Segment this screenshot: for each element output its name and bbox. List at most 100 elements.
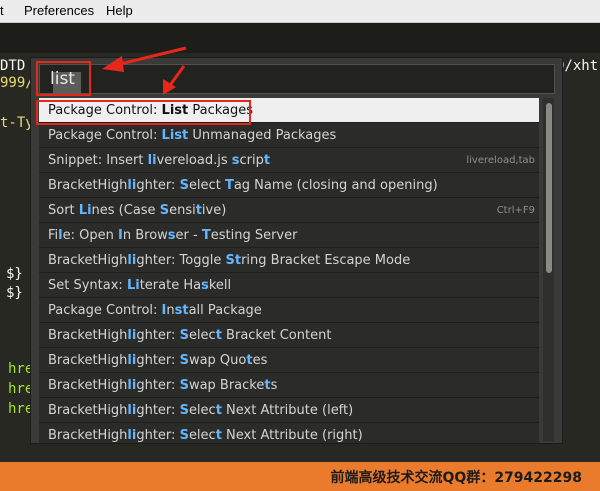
code-line: 999/ — [0, 75, 34, 91]
title-text: ive) — [201, 203, 227, 218]
match-highlight: s — [201, 278, 209, 293]
match-highlight: S — [179, 403, 189, 418]
title-text: Package Control: — [48, 128, 162, 143]
palette-result[interactable]: Sort Lines (Case Sensitive) Ctrl+F9 — [39, 198, 539, 223]
palette-result[interactable]: BracketHighlighter: Swap Brackets — [39, 373, 539, 398]
result-title: BracketHighlighter: Swap Quotes — [48, 353, 267, 368]
title-text: es — [252, 353, 268, 368]
title-text: Bracket Content — [221, 328, 332, 343]
title-text: ghter: — [136, 178, 180, 193]
palette-result[interactable]: BracketHighlighter: Select Bracket Conte… — [39, 323, 539, 348]
palette-result[interactable]: Package Control: Install Package — [39, 298, 539, 323]
match-highlight: List — [161, 128, 189, 143]
title-text: elec — [188, 328, 216, 343]
results-list: Package Control: List Packages Package Co… — [39, 98, 539, 443]
match-highlight: li — [127, 178, 137, 193]
palette-result[interactable]: Package Control: List Unmanaged Packages — [39, 123, 539, 148]
title-text: BracketHigh — [48, 178, 128, 193]
result-title: BracketHighlighter: Select Next Attribut… — [48, 403, 353, 418]
match-highlight: S — [159, 203, 170, 218]
match-highlight: S — [179, 378, 189, 393]
match-highlight: S — [179, 328, 189, 343]
match-highlight: St — [225, 253, 242, 268]
title-text: all Package — [188, 303, 262, 318]
title-text: Set Syntax: — [48, 278, 127, 293]
result-title: Sort Lines (Case Sensitive) — [48, 203, 226, 218]
code-line: $} — [6, 285, 23, 301]
title-text: elec — [188, 403, 216, 418]
result-title: BracketHighlighter: Toggle String Bracke… — [48, 253, 410, 268]
title-text: Next Attribute (left) — [221, 403, 354, 418]
title-text: e: Open — [62, 228, 118, 243]
title-text: s — [270, 378, 278, 393]
result-title: Package Control: List Unmanaged Packages — [48, 128, 336, 143]
palette-result[interactable]: BracketHighlighter: Select Tag Name (clo… — [39, 173, 539, 198]
match-highlight: st — [174, 303, 189, 318]
title-text: ag Name (closing and opening) — [233, 178, 438, 193]
title-text: ghter: — [136, 428, 180, 443]
title-text: ensi — [169, 203, 196, 218]
match-highlight: s — [231, 153, 240, 168]
palette-result[interactable]: Set Syntax: Literate Haskell — [39, 273, 539, 298]
palette-result[interactable]: File: Open In Browser - Testing Server — [39, 223, 539, 248]
annotation-box-result — [36, 100, 251, 125]
result-title: BracketHighlighter: Select Next Attribut… — [48, 428, 363, 443]
title-text: BracketHigh — [48, 403, 128, 418]
title-text: ghter: Toggle — [136, 253, 226, 268]
title-text: ghter: — [136, 328, 180, 343]
title-text: elect — [188, 178, 225, 193]
title-text: er - — [175, 228, 202, 243]
title-text: esting Server — [210, 228, 298, 243]
result-shortcut: Ctrl+F9 — [496, 205, 535, 216]
match-highlight: S — [179, 353, 189, 368]
match-highlight: T — [201, 228, 211, 243]
match-highlight: s — [167, 228, 176, 243]
title-text: Unmanaged Packages — [188, 128, 337, 143]
match-highlight: S — [179, 178, 189, 193]
title-text: Fi — [48, 228, 59, 243]
title-text: Snippet: Insert — [48, 153, 148, 168]
annotation-box-query — [36, 61, 91, 96]
title-text: terate Ha — [139, 278, 202, 293]
menu-item-help[interactable]: Help — [106, 3, 133, 18]
title-text: ghter: — [136, 378, 180, 393]
match-highlight: T — [224, 178, 234, 193]
result-shortcut: livereload,tab — [466, 155, 535, 166]
result-title: File: Open In Browser - Testing Server — [48, 228, 297, 243]
title-text: BracketHigh — [48, 253, 128, 268]
title-text: n — [166, 303, 175, 318]
title-text: ghter: — [136, 353, 180, 368]
palette-result[interactable]: Snippet: Insert livereload.js script live… — [39, 148, 539, 173]
menu-item-preferences[interactable]: Preferences — [24, 3, 94, 18]
code-line: $} — [6, 266, 23, 282]
match-highlight: li — [147, 153, 157, 168]
match-highlight: li — [127, 428, 137, 443]
title-text: BracketHigh — [48, 378, 128, 393]
title-text: BracketHigh — [48, 428, 128, 443]
code-line: t-Ty — [0, 115, 34, 131]
title-text: Package Control: — [48, 303, 162, 318]
palette-result[interactable]: BracketHighlighter: Toggle String Bracke… — [39, 248, 539, 273]
result-title: BracketHighlighter: Select Tag Name (clo… — [48, 178, 438, 193]
title-text: crip — [239, 153, 264, 168]
palette-result[interactable]: BracketHighlighter: Swap Quotes — [39, 348, 539, 373]
match-highlight: Li — [126, 278, 140, 293]
title-text: elec — [188, 428, 216, 443]
menu-bar: t Preferences Help — [0, 0, 600, 23]
match-highlight: li — [127, 378, 137, 393]
search-input[interactable] — [50, 69, 450, 89]
title-text: Next Attribute (right) — [221, 428, 363, 443]
palette-result[interactable]: BracketHighlighter: Select Next Attribut… — [39, 398, 539, 423]
palette-result[interactable]: BracketHighlighter: Select Next Attribut… — [39, 423, 539, 443]
title-text: wap Quo — [188, 353, 247, 368]
title-text: n Brow — [122, 228, 168, 243]
tab-strip — [0, 23, 600, 53]
match-highlight: t — [263, 153, 271, 168]
menu-item-truncated[interactable]: t — [0, 3, 4, 18]
title-text: wap Bracke — [188, 378, 265, 393]
title-text: nes (Case — [91, 203, 160, 218]
match-highlight: li — [127, 328, 137, 343]
result-title: BracketHighlighter: Swap Brackets — [48, 378, 277, 393]
scrollbar-thumb[interactable] — [546, 103, 552, 273]
title-text: BracketHigh — [48, 328, 128, 343]
